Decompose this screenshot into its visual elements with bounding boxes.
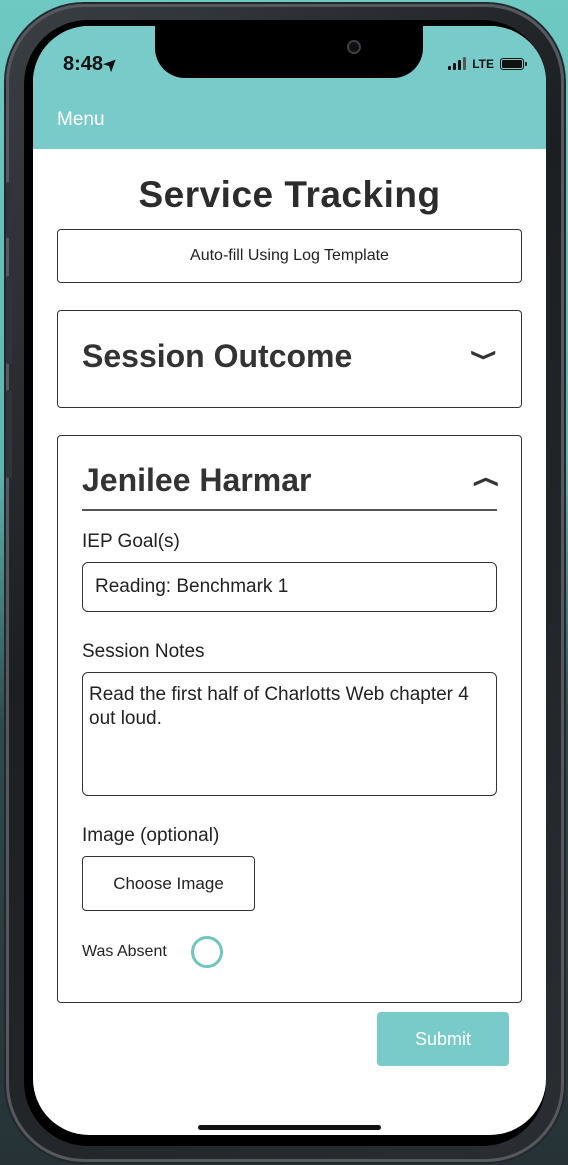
front-camera (347, 40, 361, 54)
session-notes-field[interactable]: Read the first half of Charlotts Web cha… (82, 672, 497, 796)
image-label: Image (optional) (82, 825, 220, 846)
was-absent-label: Was Absent (82, 943, 167, 960)
notch (155, 26, 423, 78)
battery-icon (500, 58, 527, 70)
chevron-up-icon[interactable]: ❯ (469, 475, 499, 488)
page-title: Service Tracking (138, 174, 441, 215)
iep-goal-field[interactable]: Reading: Benchmark 1 (82, 562, 497, 612)
session-notes-label: Session Notes (82, 641, 205, 662)
session-outcome-title: Session Outcome (82, 338, 353, 374)
iep-goal-label: IEP Goal(s) (82, 531, 180, 552)
was-absent-radio[interactable] (191, 936, 223, 968)
network-type: LTE (472, 57, 494, 71)
student-accordion: Jenilee Harmar ❯ IEP Goal(s) Reading: Be… (57, 435, 522, 1003)
mute-switch (6, 182, 12, 238)
autofill-template-button[interactable]: Auto-fill Using Log Template (57, 229, 522, 283)
status-time: 8:48➤ (63, 53, 122, 76)
signal-icon (448, 56, 467, 70)
menu-button[interactable]: Menu (57, 109, 105, 131)
app-screen: 8:48➤ LTE Menu Service Tracking Auto-fil… (33, 26, 546, 1135)
status-indicators: LTE (448, 56, 527, 71)
submit-button[interactable]: Submit (377, 1012, 509, 1066)
status-time-label: 8:48 (63, 53, 104, 75)
choose-image-button[interactable]: Choose Image (82, 856, 255, 911)
student-name[interactable]: Jenilee Harmar (82, 462, 311, 499)
home-indicator (198, 1125, 381, 1130)
chevron-down-icon[interactable]: ❯ (469, 348, 499, 361)
volume-up-button (6, 276, 12, 364)
volume-down-button (6, 390, 12, 478)
student-name-divider (82, 509, 497, 511)
session-outcome-accordion[interactable]: Session Outcome ❯ (57, 310, 522, 408)
